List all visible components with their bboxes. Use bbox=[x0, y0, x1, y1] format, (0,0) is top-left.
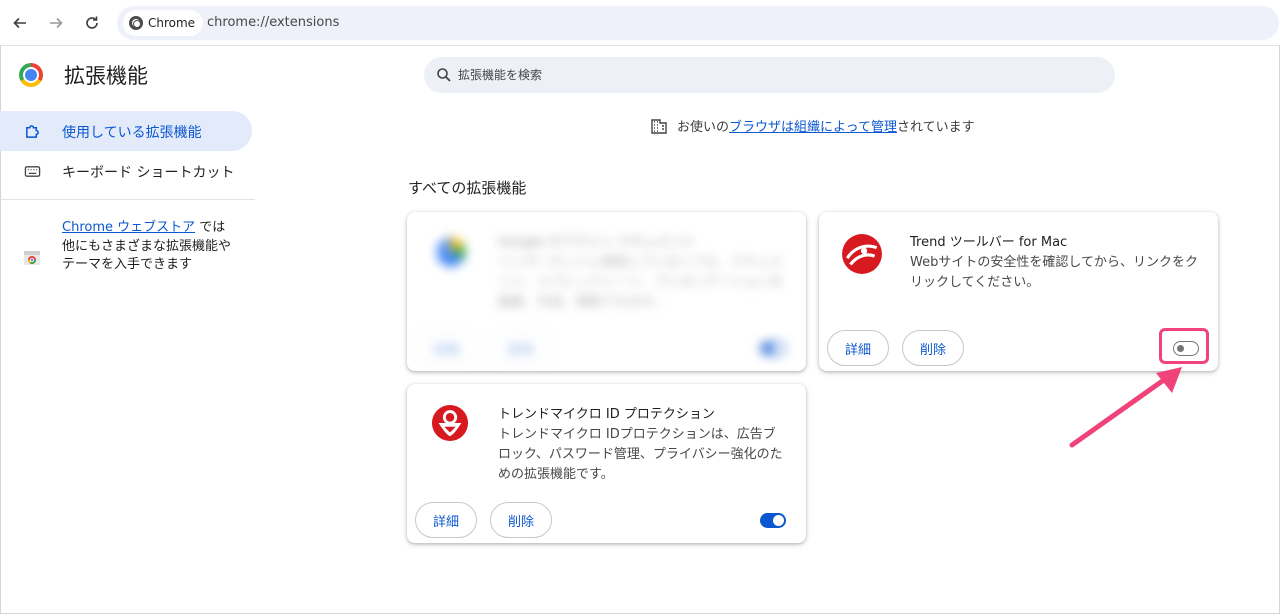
web-store-icon bbox=[24, 251, 40, 265]
site-chip[interactable]: Chrome bbox=[123, 10, 204, 36]
managed-prefix: お使いの bbox=[677, 120, 730, 135]
extension-description: Webサイトの安全性を確認してから、リンクをクリックしてください。 bbox=[910, 255, 1198, 290]
sidebar-item-label: キーボード ショートカット bbox=[62, 165, 235, 181]
sidebar-item-my-extensions[interactable]: 使用している拡張機能 bbox=[0, 111, 252, 151]
puzzle-icon bbox=[26, 125, 39, 138]
managed-link[interactable]: ブラウザは組織によって管理 bbox=[729, 116, 897, 135]
reload-button[interactable] bbox=[80, 11, 104, 35]
annotation-arrow-icon bbox=[1069, 367, 1182, 448]
web-store-promo: Chrome ウェブストア では他にもさまざまな拡張機能やテーマを入手できます bbox=[62, 219, 232, 275]
google-docs-offline-icon bbox=[437, 236, 465, 268]
site-chip-label: Chrome bbox=[148, 16, 196, 30]
blurred-content: Google オフライン ドキュメント インターネットに接続していなくても、ドキ… bbox=[407, 212, 806, 371]
reload-icon bbox=[86, 16, 98, 29]
remove-button[interactable]: 削除 bbox=[490, 330, 553, 366]
page-title: 拡張機能 bbox=[64, 64, 148, 88]
extension-name: Google オフライン ドキュメント bbox=[498, 235, 696, 250]
details-button[interactable]: 詳細 bbox=[415, 330, 478, 366]
remove-button[interactable]: 削除 bbox=[490, 502, 553, 538]
sidebar-divider bbox=[0, 199, 255, 200]
building-icon bbox=[651, 118, 667, 134]
web-store-link[interactable]: Chrome ウェブストア bbox=[62, 220, 195, 235]
back-button[interactable] bbox=[8, 11, 32, 35]
chrome-logo-icon bbox=[19, 63, 43, 87]
section-title: すべての拡張機能 bbox=[408, 179, 527, 197]
extension-name: トレンドマイクロ ID プロテクション bbox=[498, 407, 715, 422]
forward-button[interactable] bbox=[44, 11, 68, 35]
id-protection-icon bbox=[431, 404, 469, 442]
extension-description: インターネットに接続していなくても、ドキュメント、スプレッドシート、プレゼンテー… bbox=[498, 255, 784, 310]
sidebar-item-label: 使用している拡張機能 bbox=[62, 125, 202, 141]
details-button[interactable]: 詳細 bbox=[415, 502, 478, 538]
address-bar[interactable]: Chrome chrome://extensions bbox=[117, 6, 1279, 40]
managed-suffix: されています bbox=[896, 120, 975, 135]
managed-notice: お使いの ブラウザは組織によって管理 されています bbox=[650, 116, 975, 135]
arrow-left-icon bbox=[13, 17, 26, 29]
enable-toggle[interactable] bbox=[760, 513, 786, 528]
remove-button[interactable]: 削除 bbox=[902, 330, 965, 366]
extension-card-id-protection: トレンドマイクロ ID プロテクション トレンドマイクロ IDプロテクションは、… bbox=[407, 384, 806, 543]
sidebar-item-keyboard-shortcuts[interactable]: キーボード ショートカット bbox=[0, 151, 252, 191]
search-box[interactable] bbox=[424, 57, 1115, 93]
extension-description: トレンドマイクロ IDプロテクションは、広告ブロック、パスワード管理、プライバシ… bbox=[498, 427, 783, 482]
trend-micro-icon bbox=[842, 234, 882, 274]
url-text[interactable]: chrome://extensions bbox=[207, 15, 339, 30]
extension-name: Trend ツールバー for Mac bbox=[910, 235, 1068, 250]
chrome-icon bbox=[129, 16, 143, 30]
browser-toolbar: Chrome chrome://extensions bbox=[0, 0, 1280, 46]
arrow-right-icon bbox=[50, 17, 63, 29]
extension-card-google-docs-offline: Google オフライン ドキュメント インターネットに接続していなくても、ドキ… bbox=[407, 212, 806, 371]
enable-toggle[interactable] bbox=[760, 341, 786, 356]
keyboard-icon bbox=[24, 166, 41, 177]
details-button[interactable]: 詳細 bbox=[827, 330, 890, 366]
search-icon bbox=[437, 68, 451, 82]
search-input[interactable] bbox=[458, 65, 1058, 85]
